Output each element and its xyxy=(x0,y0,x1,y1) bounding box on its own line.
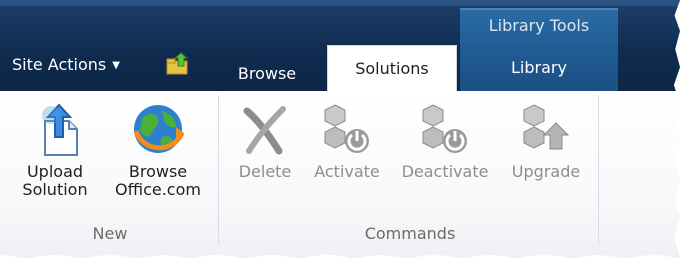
tab-library[interactable]: Library xyxy=(460,58,618,77)
delete-button[interactable]: Delete xyxy=(230,101,300,181)
library-tools-contextual-group: Library Tools Library xyxy=(460,8,618,93)
site-actions-label: Site Actions xyxy=(12,55,107,74)
group-divider xyxy=(598,95,599,245)
deactivate-label: Deactivate xyxy=(401,162,489,181)
sharepoint-ribbon-window: Site Actions ▼ Browse Solutions Library … xyxy=(0,0,680,258)
delete-x-icon xyxy=(243,106,286,155)
upgrade-label: Upgrade xyxy=(511,162,581,181)
top-strip xyxy=(0,0,680,6)
upload-solution-button[interactable]: Upload Solution xyxy=(8,101,102,199)
ribbon-tab-bar: Site Actions ▼ Browse Solutions Library … xyxy=(0,0,680,93)
browse-office-label-line1: Browse xyxy=(128,162,188,181)
browse-office-button[interactable]: Browse Office.com xyxy=(104,101,212,199)
site-actions-menu[interactable]: Site Actions ▼ xyxy=(12,53,120,77)
upgrade-button[interactable]: Upgrade xyxy=(502,101,590,181)
activate-cubes-icon xyxy=(324,104,369,153)
chevron-down-icon: ▼ xyxy=(112,60,120,71)
library-tools-label: Library Tools xyxy=(488,16,590,35)
upload-label-line2: Solution xyxy=(22,180,88,199)
activate-button[interactable]: Activate xyxy=(306,101,388,181)
group-label-new: New xyxy=(92,224,128,243)
browse-office-label-line2: Office.com xyxy=(115,180,201,199)
tab-browse[interactable]: Browse xyxy=(222,57,312,91)
tab-solutions[interactable]: Solutions xyxy=(327,45,457,92)
upload-label-line1: Upload xyxy=(26,162,84,181)
activate-label: Activate xyxy=(314,162,380,181)
delete-label: Delete xyxy=(238,162,292,181)
group-divider xyxy=(218,95,219,245)
upgrade-cubes-icon xyxy=(523,104,570,150)
deactivate-button[interactable]: Deactivate xyxy=(394,101,496,181)
group-label-commands: Commands xyxy=(364,224,456,243)
upload-solution-icon xyxy=(42,103,78,156)
deactivate-cubes-icon xyxy=(422,104,467,153)
ribbon-body: Upload Solution Browse Office.com New De… xyxy=(0,91,680,258)
globe-icon xyxy=(133,105,184,153)
folder-up-arrow-icon[interactable] xyxy=(165,52,191,76)
